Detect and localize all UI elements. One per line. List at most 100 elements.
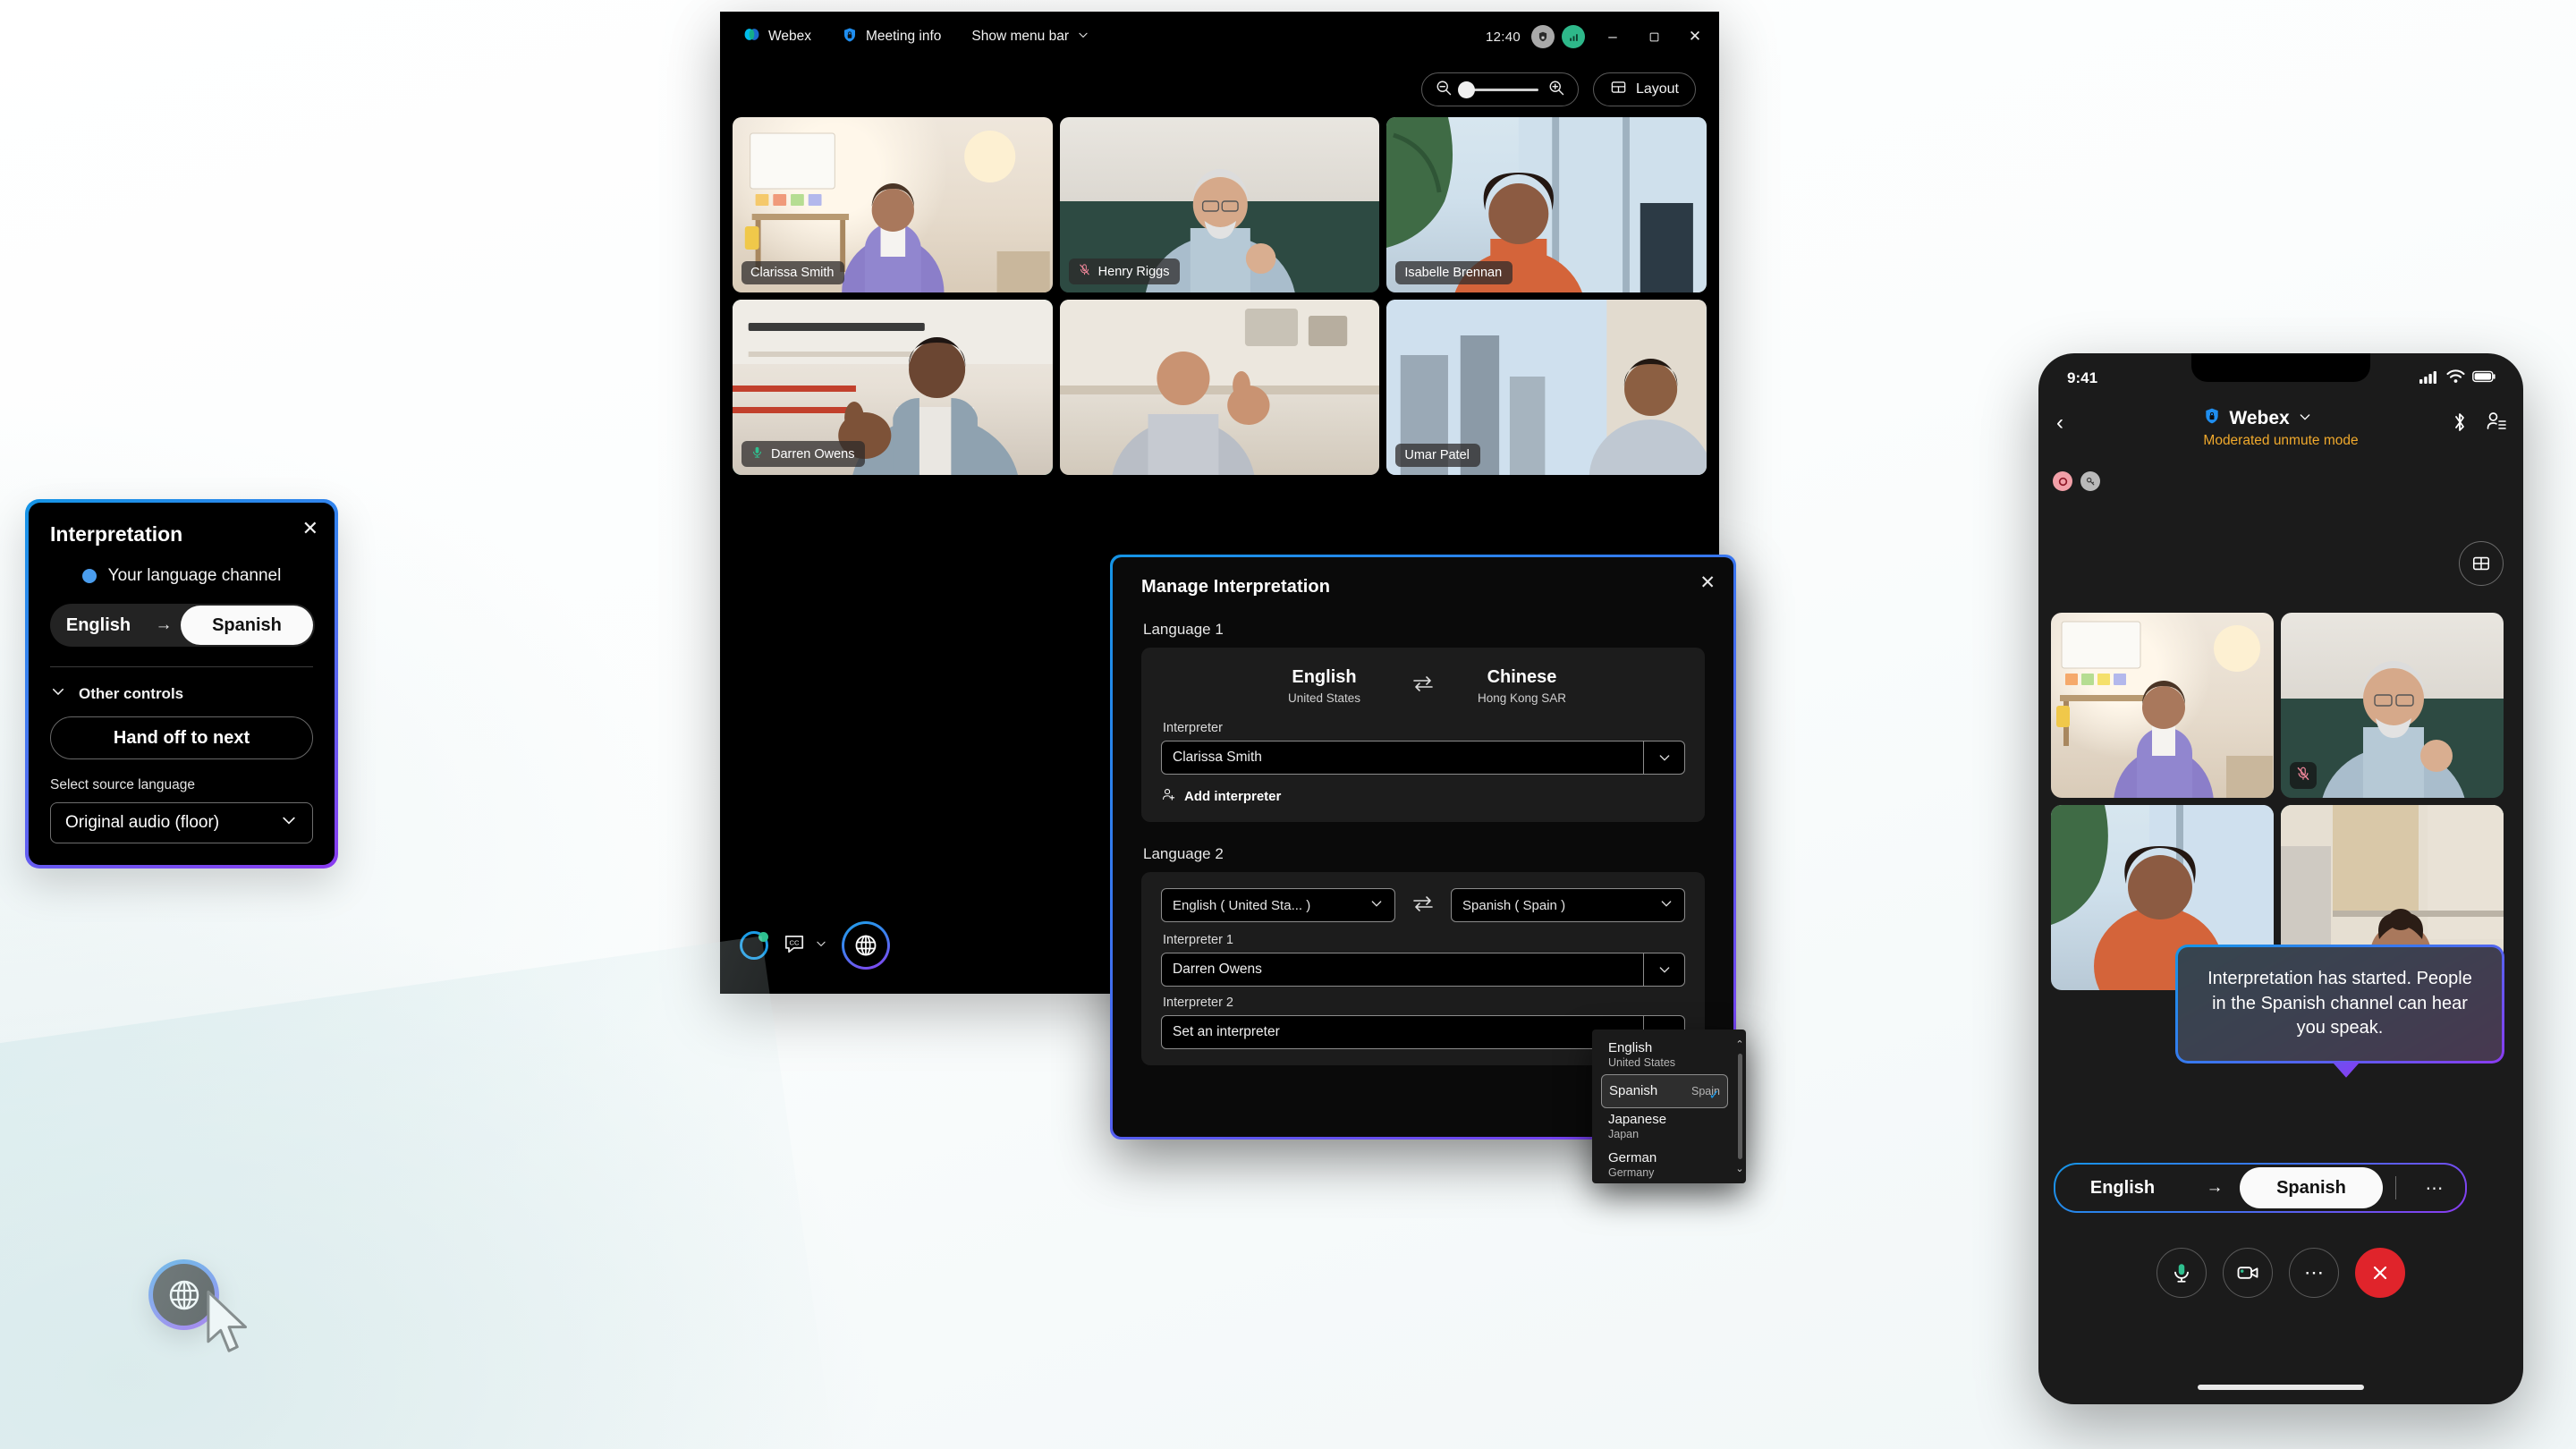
- scroll-up-icon[interactable]: ⌃: [1735, 1038, 1743, 1050]
- add-person-icon: [1161, 787, 1176, 806]
- phone-video-tile-2[interactable]: [2281, 613, 2504, 798]
- video-tile-henry-riggs[interactable]: Henry Riggs: [1059, 117, 1380, 292]
- window-minimize-button[interactable]: –: [1592, 19, 1633, 55]
- language-option-english[interactable]: English United States: [1601, 1037, 1728, 1074]
- swap-icon[interactable]: [1411, 894, 1435, 917]
- scroll-down-icon[interactable]: ⌄: [1735, 1163, 1743, 1174]
- phone-header-right: [2450, 411, 2507, 438]
- language-option-name: Japanese: [1608, 1112, 1667, 1128]
- source-language-label[interactable]: English: [50, 615, 147, 636]
- hand-off-button[interactable]: Hand off to next: [50, 716, 313, 759]
- language1-interpreter-select[interactable]: Clarissa Smith: [1161, 741, 1685, 775]
- chevron-down-icon[interactable]: [815, 937, 827, 954]
- chevron-down-icon[interactable]: [1643, 953, 1684, 986]
- window-maximize-button[interactable]: [1633, 19, 1674, 55]
- phone-layout-button[interactable]: [2459, 541, 2504, 586]
- channel-row: Your language channel: [50, 566, 313, 586]
- video-tile-clarissa-smith[interactable]: Clarissa Smith: [733, 117, 1053, 292]
- zoom-out-icon[interactable]: [1435, 79, 1453, 101]
- chevron-down-icon[interactable]: [1369, 896, 1384, 914]
- language2-source-select[interactable]: English ( United Sta... ): [1161, 888, 1395, 922]
- participants-icon[interactable]: [2486, 411, 2507, 438]
- video-tile-umar-patel[interactable]: Umar Patel: [1386, 300, 1707, 475]
- audio-activity-indicator[interactable]: [740, 931, 768, 960]
- dialog-close-button[interactable]: ✕: [1699, 573, 1716, 592]
- zoom-slider-knob[interactable]: [1457, 80, 1475, 98]
- channel-label: Your language channel: [107, 566, 282, 585]
- chevron-down-icon[interactable]: [2298, 408, 2312, 429]
- recording-badge[interactable]: [2053, 471, 2072, 491]
- window-close-button[interactable]: ✕: [1674, 19, 1716, 55]
- chevron-down-icon[interactable]: [280, 811, 298, 835]
- meeting-lock-status-icon[interactable]: [1531, 25, 1555, 48]
- screenshot-stage: Webex Meeting info Show menu bar 12:40 –…: [0, 0, 2576, 1449]
- network-quality-icon[interactable]: [1562, 25, 1585, 48]
- globe-icon: [855, 935, 877, 956]
- chevron-down-icon: [1077, 29, 1089, 46]
- key-badge[interactable]: [2080, 471, 2100, 491]
- phone-language-bar-body: English → Spanish ⋯: [2055, 1165, 2465, 1211]
- direction-arrow-icon: →: [155, 615, 173, 634]
- language-option-german[interactable]: German Germany: [1601, 1147, 1728, 1184]
- phone-camera-button[interactable]: [2223, 1248, 2273, 1298]
- language2-target-select[interactable]: Spanish ( Spain ): [1451, 888, 1685, 922]
- video-tile-darren-owens[interactable]: Darren Owens: [733, 300, 1053, 475]
- shield-lock-icon: [2203, 407, 2221, 430]
- participant-name-label: Umar Patel: [1404, 448, 1470, 462]
- mic-active-icon: [750, 445, 764, 462]
- add-interpreter-button[interactable]: Add interpreter: [1161, 787, 1685, 806]
- meeting-title-row[interactable]: Webex: [2203, 407, 2358, 430]
- phone-video-tile-1[interactable]: [2051, 613, 2274, 798]
- cc-icon: CC: [783, 932, 806, 960]
- language1-target-region: Hong Kong SAR: [1477, 691, 1567, 705]
- chevron-down-icon[interactable]: [50, 683, 66, 704]
- language-option-japanese[interactable]: Japanese Japan: [1601, 1108, 1728, 1146]
- video-grid: Clarissa Smith Henry Riggs Isabelle Bren…: [720, 117, 1719, 475]
- language2-interpreter1-select[interactable]: Darren Owens: [1161, 953, 1685, 987]
- language-direction-toggle[interactable]: English → Spanish: [50, 604, 315, 647]
- swap-icon[interactable]: [1411, 674, 1435, 698]
- dropdown-scrollbar[interactable]: ⌃ ⌄: [1733, 1037, 1746, 1176]
- captions-button[interactable]: CC: [783, 932, 827, 960]
- language-option-spanish[interactable]: Spanish Spain ✓: [1601, 1074, 1728, 1109]
- chevron-down-icon[interactable]: [1659, 896, 1674, 914]
- phone-leave-button[interactable]: [2355, 1248, 2405, 1298]
- panel-close-button[interactable]: ✕: [302, 519, 318, 538]
- phone-language-more-button[interactable]: ⋯: [2405, 1177, 2465, 1199]
- phone-mic-button[interactable]: [2157, 1248, 2207, 1298]
- layout-button[interactable]: Layout: [1592, 72, 1696, 106]
- video-feed-art: [1059, 300, 1380, 475]
- interpretation-button[interactable]: [842, 921, 890, 970]
- show-menu-bar-button[interactable]: Show menu bar: [961, 23, 1100, 51]
- meeting-title-label: Webex: [2229, 408, 2290, 428]
- target-language-button[interactable]: Spanish: [181, 606, 313, 645]
- language-option-name: English: [1608, 1040, 1653, 1055]
- source-language-select[interactable]: Original audio (floor): [50, 802, 313, 843]
- scrollbar-thumb[interactable]: [1737, 1054, 1742, 1159]
- video-tile-isabelle-brennan[interactable]: Isabelle Brennan: [1386, 117, 1707, 292]
- phone-more-button[interactable]: ⋯: [2289, 1248, 2339, 1298]
- zoom-control-group[interactable]: [1420, 72, 1579, 106]
- check-icon: ✓: [1708, 1088, 1720, 1104]
- participant-name-label: Henry Riggs: [1097, 264, 1170, 279]
- phone-target-language-button[interactable]: Spanish: [2240, 1167, 2383, 1208]
- wifi-icon: [2446, 369, 2465, 388]
- bluetooth-icon[interactable]: [2450, 411, 2470, 438]
- language2-interpreter2-label: Interpreter 2: [1163, 996, 1233, 1010]
- chevron-down-icon[interactable]: [1643, 741, 1684, 774]
- phone-source-language[interactable]: English: [2055, 1178, 2190, 1199]
- interpretation-panel-body: Interpretation ✕ Your language channel E…: [29, 503, 335, 865]
- zoom-slider[interactable]: [1457, 80, 1538, 98]
- other-controls-toggle[interactable]: Other controls: [50, 683, 313, 704]
- app-menu-webex[interactable]: Webex: [733, 21, 822, 53]
- cellular-signal-icon: [2419, 369, 2439, 388]
- language-dropdown-menu[interactable]: English United States Spanish Spain ✓ Ja…: [1592, 1030, 1746, 1183]
- participant-name-label: Darren Owens: [771, 446, 855, 462]
- language2-target-value: Spanish ( Spain ): [1462, 897, 1566, 913]
- zoom-in-icon[interactable]: [1547, 79, 1565, 101]
- meeting-info-button[interactable]: Meeting info: [831, 21, 952, 53]
- battery-icon: [2472, 369, 2496, 387]
- source-language-select-label: Select source language: [50, 777, 196, 792]
- back-button[interactable]: ‹: [2056, 411, 2063, 436]
- video-tile-interpreter[interactable]: [1059, 300, 1380, 475]
